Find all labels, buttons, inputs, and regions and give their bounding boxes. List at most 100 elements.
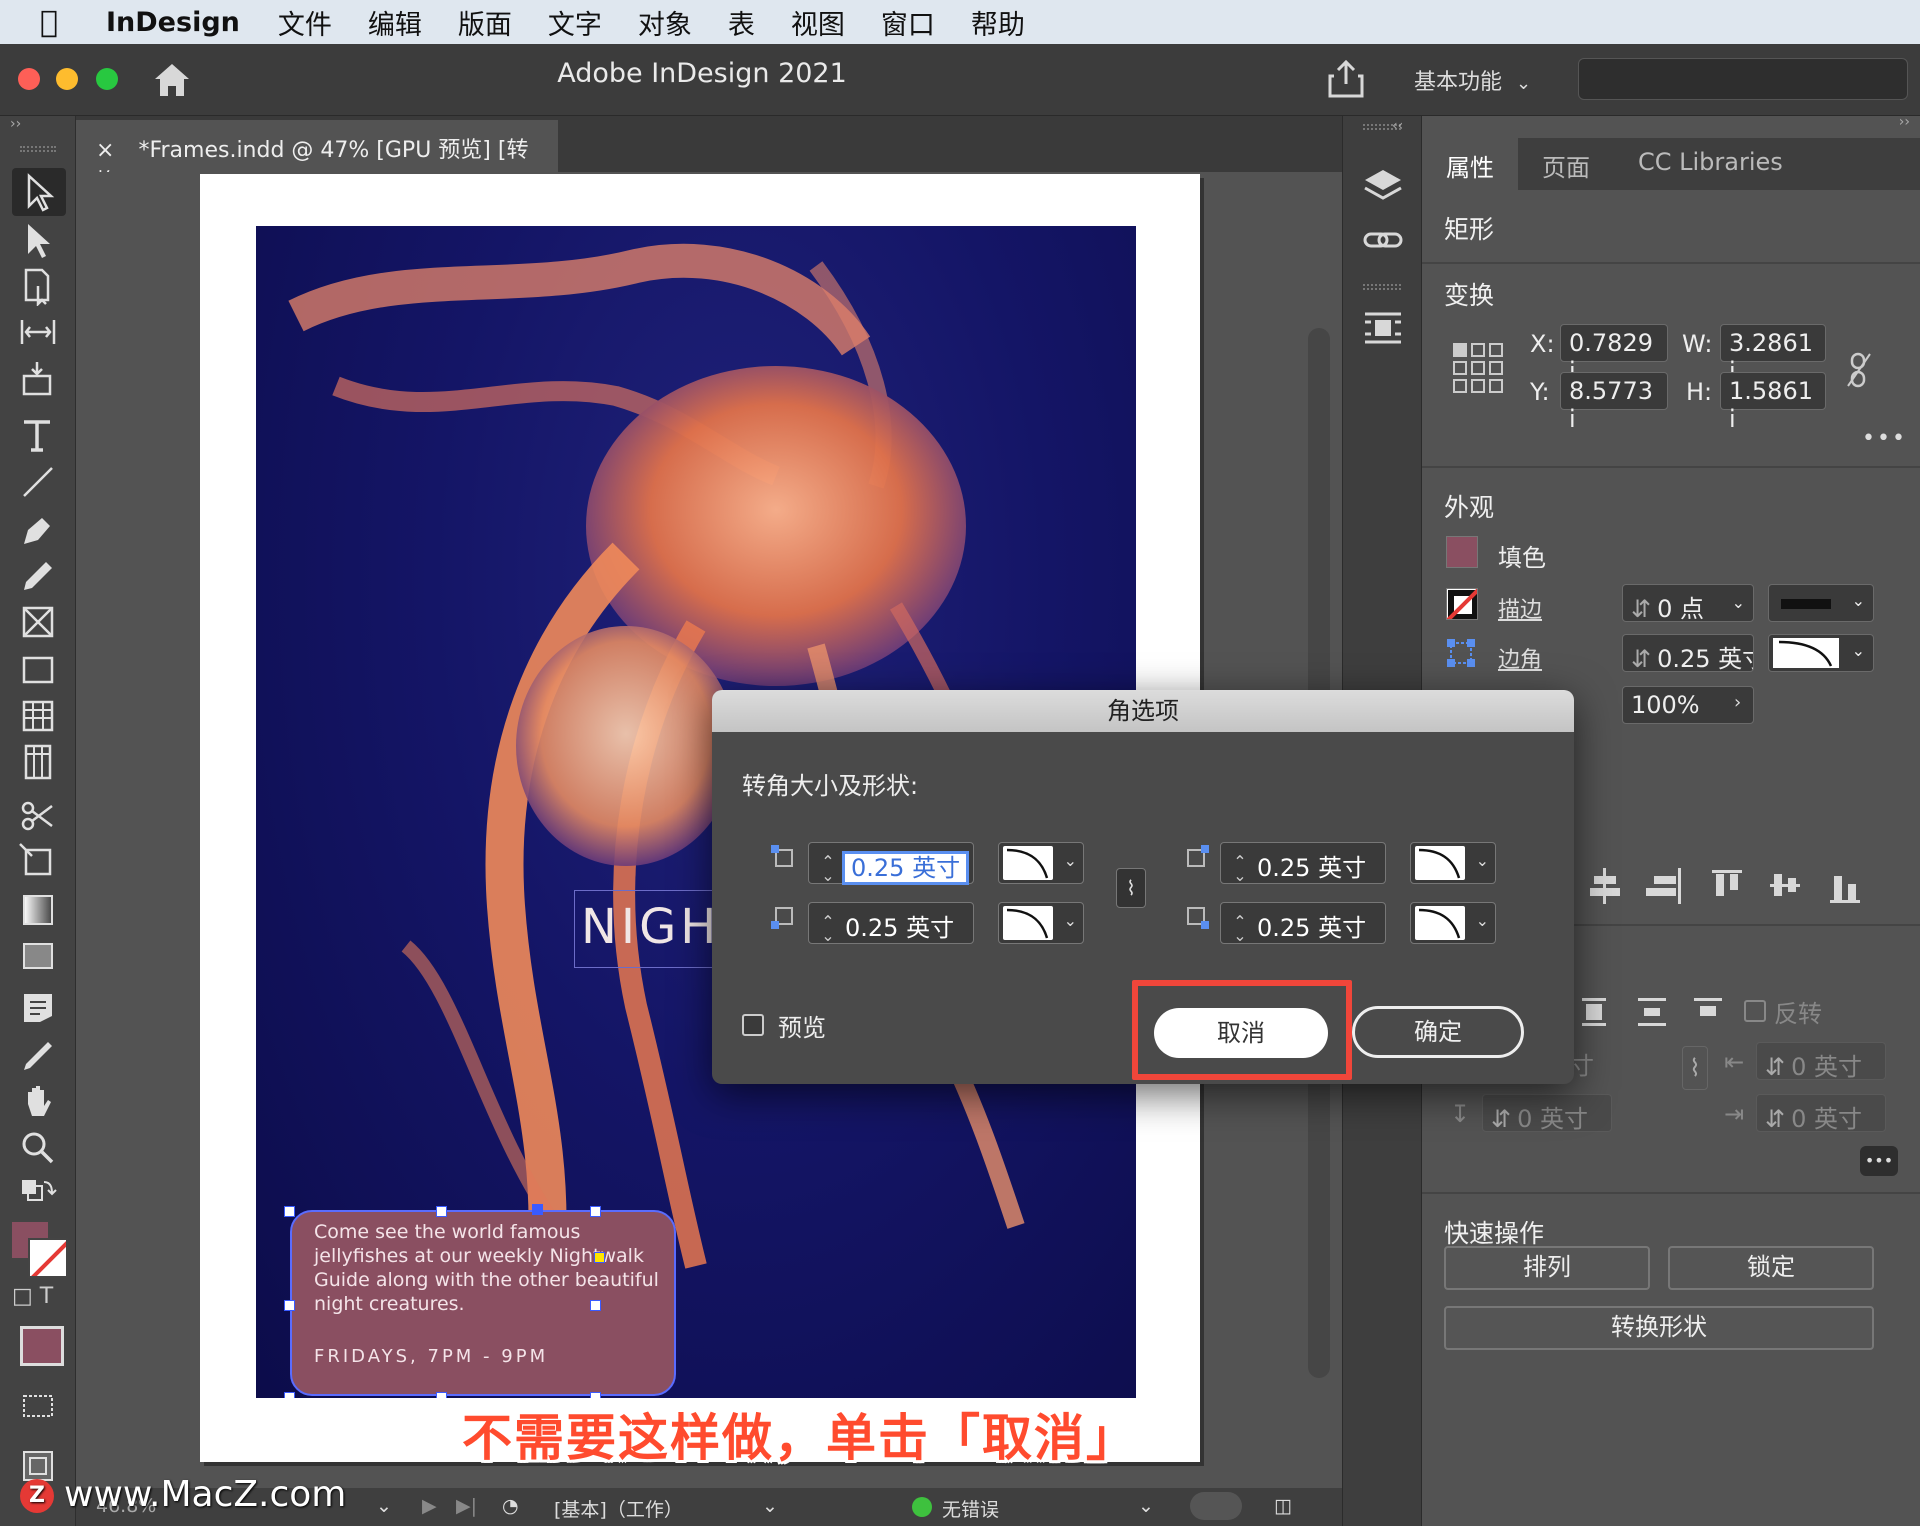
reference-point-icon[interactable] [1452,342,1504,394]
arrange-button[interactable]: 排列 [1444,1246,1650,1290]
selection-handle[interactable] [436,1206,447,1217]
wrap-right-offset-field[interactable]: ⇵ 0 英寸 [1756,1094,1886,1133]
selection-handle[interactable] [590,1206,601,1217]
caption-text-frame[interactable]: Come see the world famous jellyfishes at… [290,1210,676,1396]
default-colors-icon[interactable] [18,1176,58,1216]
wrap-left-offset-field[interactable]: ⇵ 0 英寸 [1756,1042,1886,1081]
corner-size-field[interactable]: ⇵0.25 英寸 [1622,634,1754,672]
menu-view[interactable]: 视图 [791,3,845,42]
convert-shape-button[interactable]: 转换形状 [1444,1306,1874,1350]
zoom-tool-icon[interactable] [18,1128,58,1168]
apple-icon[interactable]:  [40,5,84,40]
width-field[interactable]: 3.2861 i [1720,324,1826,385]
next-page-icon[interactable]: ▶ [422,1495,437,1517]
menu-table[interactable]: 表 [728,3,755,42]
preflight-toggle[interactable] [1190,1492,1242,1520]
formatting-affects-container-icon[interactable]: □ T [12,1284,72,1314]
bottom-left-stepper[interactable]: ⌃ ⌄ [815,914,841,944]
selection-handle[interactable] [436,1392,447,1398]
selection-handle[interactable] [590,1300,601,1311]
direct-selection-tool-icon[interactable] [18,220,58,260]
bottom-right-stepper[interactable]: ⌃ ⌄ [1227,914,1253,944]
wrap-link-icon[interactable]: ⌇ [1682,1046,1708,1090]
layers-icon[interactable] [1361,166,1405,206]
text-wrap-icon[interactable] [1361,308,1405,348]
corner-shape-select[interactable]: ⌄ [1768,634,1874,672]
bottom-right-corner-size-field[interactable]: ⌃ ⌄ 0.25 英寸 [1220,902,1386,944]
top-left-corner-shape-select[interactable]: ⌄ [998,842,1084,884]
share-icon[interactable] [1328,60,1364,98]
screen-mode-icon[interactable] [18,1386,58,1426]
line-tool-icon[interactable] [18,462,58,502]
collapse-toolbar-icon[interactable]: ›› [10,116,21,132]
type-tool-icon[interactable] [18,416,58,456]
constrain-proportions-icon[interactable] [1846,352,1872,388]
stroke-color-swatch[interactable] [28,1238,68,1278]
stroke-weight-field[interactable]: ⇵ 0 点 ⌄ [1622,584,1754,623]
gradient-feather-tool-icon[interactable] [18,936,58,976]
x-position-field[interactable]: 0.7829 i [1560,324,1668,385]
tab-cc-libraries[interactable]: CC Libraries [1614,138,1807,190]
note-tool-icon[interactable] [18,988,58,1028]
workspace-switcher[interactable]: 基本功能 ⌄ [1414,64,1531,96]
stroke-weight-stepper[interactable]: ⇵ [1631,595,1651,623]
preflight-profile-label[interactable]: [基本]（工作） [554,1495,683,1522]
more-options-icon[interactable]: ••• [1862,426,1907,451]
free-transform-tool-icon[interactable] [18,842,58,882]
wrap-left-stepper[interactable]: ⇵ [1765,1053,1785,1081]
menu-layout[interactable]: 版面 [458,3,512,42]
stroke-type-select[interactable]: ⌄ [1768,584,1874,622]
preflight-profile-icon[interactable]: ◔ [502,1495,519,1517]
grid-tool-icon[interactable] [18,742,58,782]
corner-size-stepper[interactable]: ⇵ [1631,645,1651,671]
rectangle-tool-icon[interactable] [18,650,58,690]
link-settings-icon[interactable]: ⌇ [1116,868,1146,908]
stroke-swatch[interactable] [1446,588,1478,620]
menu-type[interactable]: 文字 [548,3,602,42]
bottom-left-corner-size-field[interactable]: ⌃ ⌄ 0.25 英寸 [808,902,974,944]
menu-help[interactable]: 帮助 [971,3,1025,42]
search-input[interactable] [1578,58,1908,100]
bottom-right-corner-shape-select[interactable]: ⌄ [1410,902,1496,944]
chevron-right-icon[interactable]: › [1734,692,1741,713]
gap-tool-icon[interactable] [18,312,58,352]
menu-app-name[interactable]: InDesign [106,7,240,38]
chevron-down-icon[interactable]: ⌄ [1732,593,1745,612]
links-icon[interactable] [1361,220,1405,260]
menu-edit[interactable]: 编辑 [368,3,422,42]
pen-tool-icon[interactable] [18,510,58,550]
scissors-tool-icon[interactable] [18,796,58,836]
collapse-dock-icon[interactable]: ‹‹ [1392,118,1403,134]
document-tab[interactable]: ×*Frames.indd @ 47% [GPU 预览] [转换] [76,120,558,195]
tab-properties[interactable]: 属性 [1422,138,1518,190]
table-tool-icon[interactable] [18,696,58,736]
last-page-icon[interactable]: ▶| [456,1495,477,1517]
wrap-bottom-offset-field[interactable]: ⇵ 0 英寸 [1482,1094,1612,1133]
tab-pages[interactable]: 页面 [1518,138,1614,190]
top-left-stepper[interactable]: ⌃ ⌄ [815,854,841,884]
errors-dropdown-chevron-icon[interactable]: ⌄ [1138,1495,1154,1517]
height-field[interactable]: 1.5861 i [1720,372,1826,433]
preview-checkbox[interactable] [742,1014,764,1036]
menu-object[interactable]: 对象 [638,3,692,42]
close-tab-icon[interactable]: × [96,138,114,163]
pencil-tool-icon[interactable] [18,556,58,596]
top-right-corner-size-field[interactable]: ⌃ ⌄ 0.25 英寸 [1220,842,1386,884]
more-options-icon[interactable]: ••• [1860,1146,1898,1176]
y-position-field[interactable]: 8.5773 i [1560,372,1668,433]
selection-handle[interactable] [532,1204,543,1215]
bottom-left-corner-shape-select[interactable]: ⌄ [998,902,1084,944]
menu-file[interactable]: 文件 [278,3,332,42]
wrap-bottom-stepper[interactable]: ⇵ [1491,1105,1511,1133]
stroke-label[interactable]: 描边 [1498,592,1542,624]
split-view-icon[interactable]: ◫ [1274,1495,1292,1517]
hand-tool-icon[interactable] [18,1082,58,1122]
wrap-right-stepper[interactable]: ⇵ [1765,1105,1785,1133]
rectangle-frame-tool-icon[interactable] [18,602,58,642]
selection-tool-icon[interactable] [12,168,66,216]
top-right-corner-shape-select[interactable]: ⌄ [1410,842,1496,884]
corner-label[interactable]: 边角 [1498,642,1542,674]
invert-checkbox[interactable] [1744,1000,1766,1022]
lock-button[interactable]: 锁定 [1668,1246,1874,1290]
ok-button[interactable]: 确定 [1352,1006,1524,1058]
